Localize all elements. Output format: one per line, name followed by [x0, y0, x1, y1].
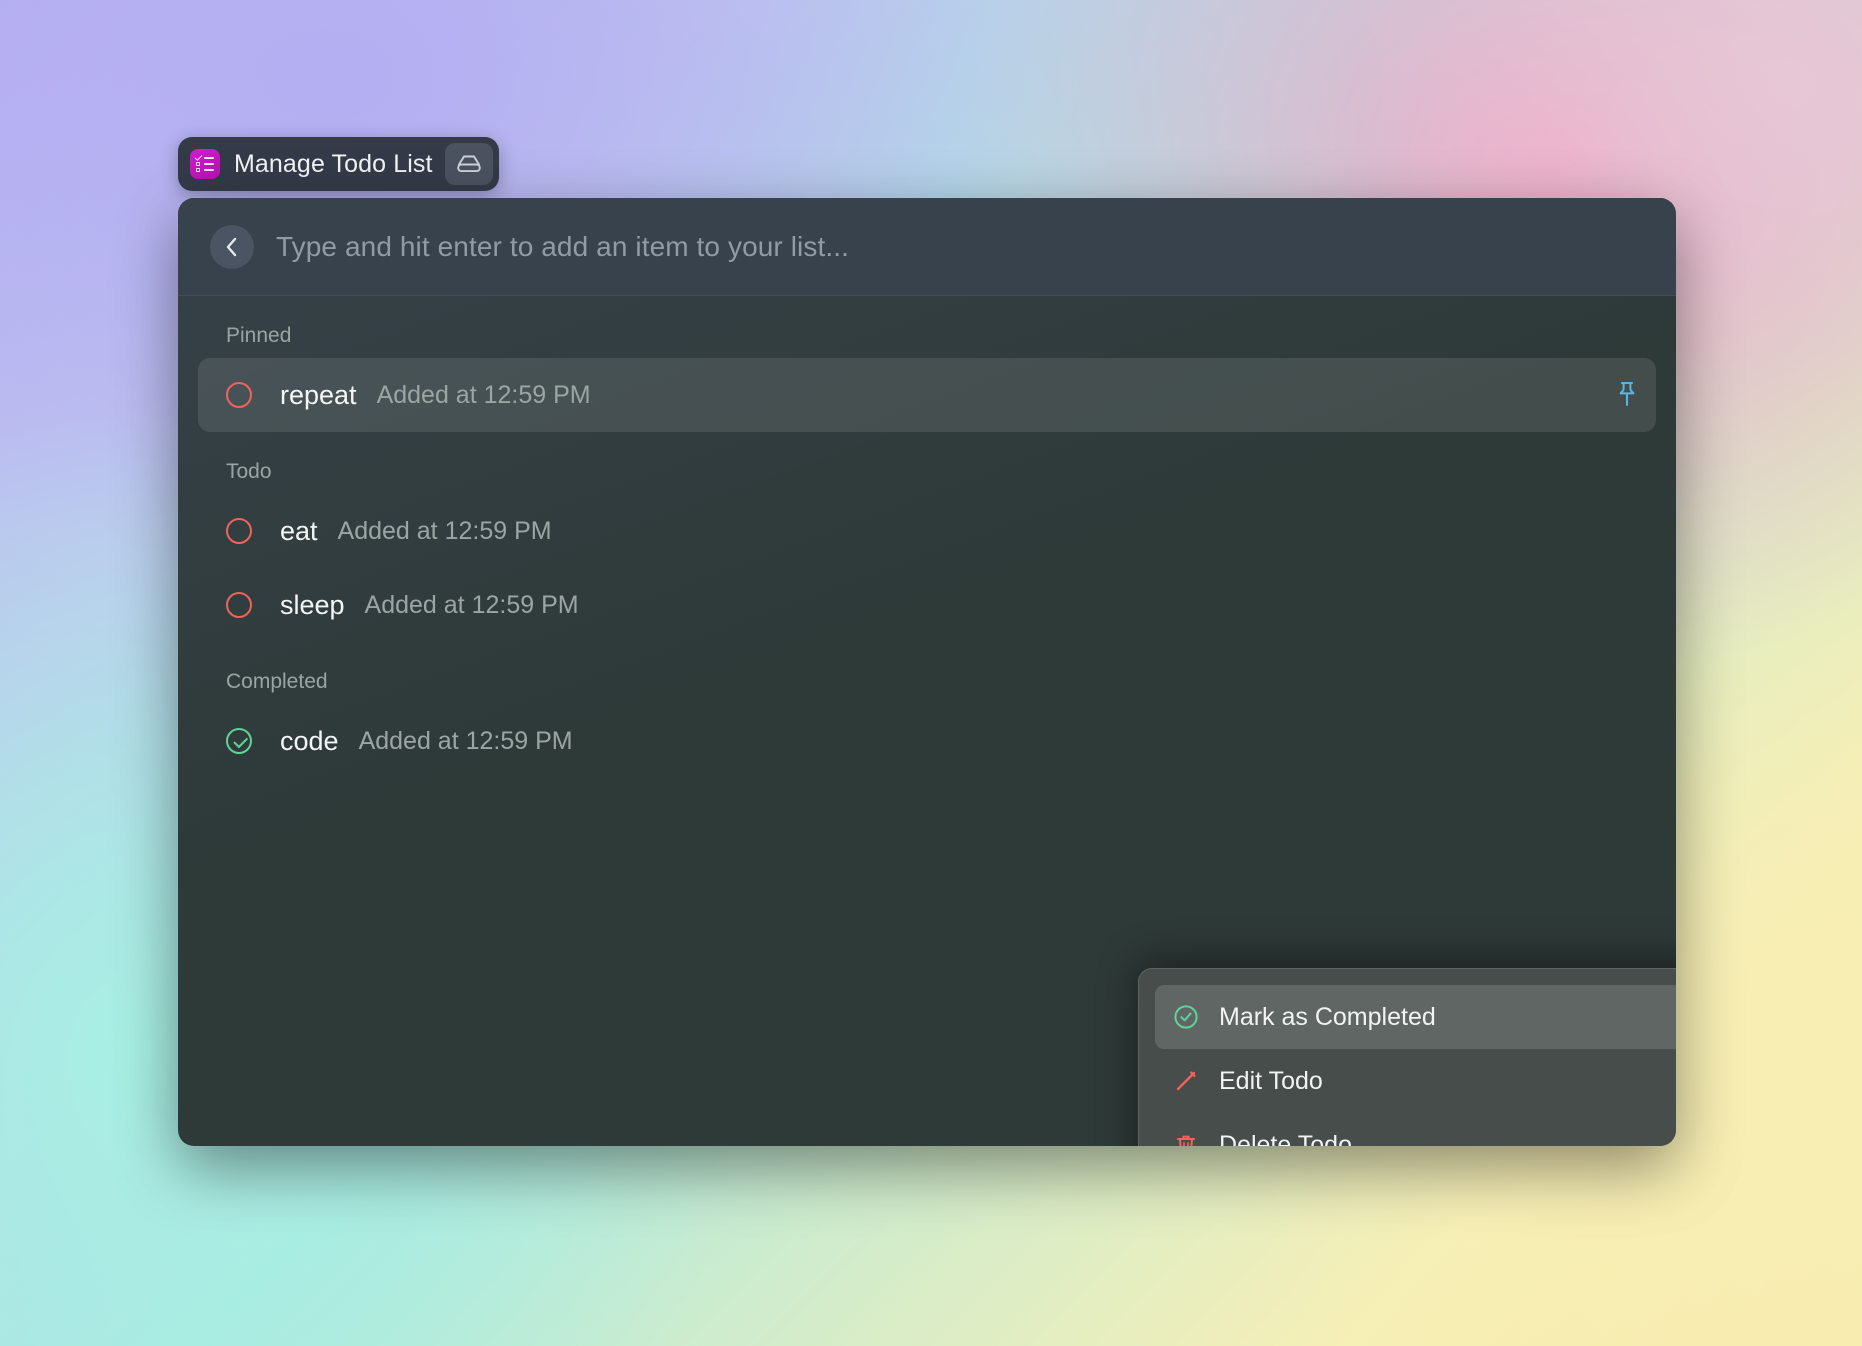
- add-item-input[interactable]: Type and hit enter to add an item to you…: [276, 231, 849, 263]
- section-header-todo: Todo: [226, 460, 272, 483]
- menu-item-label: Delete Todo: [1219, 1130, 1352, 1147]
- todo-title: repeat: [280, 379, 357, 410]
- command-bar-title: Manage Todo List: [234, 149, 433, 178]
- command-bar: Manage Todo List: [178, 137, 499, 191]
- menu-item-delete-todo[interactable]: Delete Todo ⌘ D: [1155, 1113, 1676, 1146]
- section-header-completed: Completed: [226, 670, 328, 693]
- todo-row[interactable]: code Added at 12:59 PM: [198, 704, 1656, 778]
- store-drive-icon[interactable]: [444, 143, 493, 185]
- section-header-pinned: Pinned: [226, 324, 292, 347]
- todo-status-circle-icon[interactable]: [226, 518, 252, 544]
- desktop-wallpaper: Manage Todo List Type and hit enter to a…: [0, 0, 1862, 1346]
- todo-status-circle-icon[interactable]: [226, 592, 252, 618]
- add-item-bar: Type and hit enter to add an item to you…: [178, 198, 1676, 296]
- menu-item-edit-todo[interactable]: Edit Todo ⌘ ↵: [1155, 1049, 1676, 1113]
- menu-item-label: Mark as Completed: [1219, 1002, 1436, 1031]
- todo-title: sleep: [280, 589, 345, 620]
- todo-checklist-icon: [190, 149, 220, 179]
- chevron-left-icon[interactable]: [210, 224, 254, 269]
- trash-icon: [1171, 1132, 1201, 1146]
- todo-list-window: Type and hit enter to add an item to you…: [178, 198, 1676, 1146]
- pin-icon[interactable]: [1614, 380, 1640, 410]
- todo-timestamp: Added at 12:59 PM: [364, 590, 579, 619]
- todo-timestamp: Added at 12:59 PM: [358, 726, 573, 755]
- menu-item-label: Edit Todo: [1219, 1066, 1323, 1095]
- todo-title: code: [280, 725, 339, 756]
- todo-status-check-icon[interactable]: [226, 728, 252, 754]
- menu-item-mark-as-completed[interactable]: Mark as Completed ↵: [1155, 985, 1676, 1049]
- action-menu-list: Mark as Completed ↵ Edit Todo: [1139, 969, 1676, 1146]
- todo-row[interactable]: sleep Added at 12:59 PM: [198, 568, 1656, 642]
- todo-list-body: Pinned repeat Added at 12:59 PM Todo eat…: [178, 296, 1676, 1146]
- action-menu: Mark as Completed ↵ Edit Todo: [1138, 968, 1676, 1146]
- pencil-icon: [1171, 1068, 1201, 1094]
- todo-row[interactable]: repeat Added at 12:59 PM: [198, 358, 1656, 432]
- todo-row[interactable]: eat Added at 12:59 PM: [198, 494, 1656, 568]
- todo-status-circle-icon[interactable]: [226, 382, 252, 408]
- todo-timestamp: Added at 12:59 PM: [376, 380, 591, 409]
- todo-title: eat: [280, 515, 318, 546]
- check-circle-icon: [1171, 1004, 1201, 1030]
- todo-timestamp: Added at 12:59 PM: [337, 516, 552, 545]
